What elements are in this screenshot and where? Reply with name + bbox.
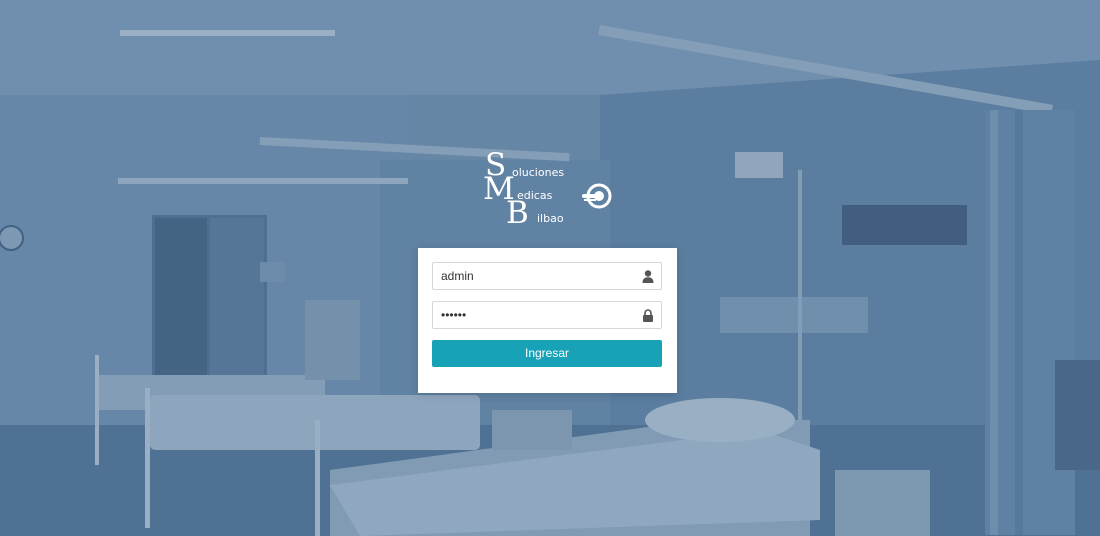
username-input[interactable] [433, 263, 661, 289]
password-input[interactable] [433, 302, 661, 328]
user-icon [642, 270, 654, 283]
login-screen: S oluciones M edicas B ilbao I [0, 0, 1100, 536]
username-field [432, 262, 662, 290]
smb-logo: S oluciones M edicas B ilbao [482, 150, 622, 231]
lock-icon [643, 309, 653, 322]
logo-word-bilbao: ilbao [537, 212, 564, 225]
mri-scanner-icon [582, 183, 612, 209]
logo-initial-b: B [506, 195, 529, 231]
password-field [432, 301, 662, 329]
login-card: Ingresar [418, 248, 677, 393]
login-submit-button[interactable]: Ingresar [432, 340, 662, 367]
logo-word-soluciones: oluciones [512, 166, 565, 179]
